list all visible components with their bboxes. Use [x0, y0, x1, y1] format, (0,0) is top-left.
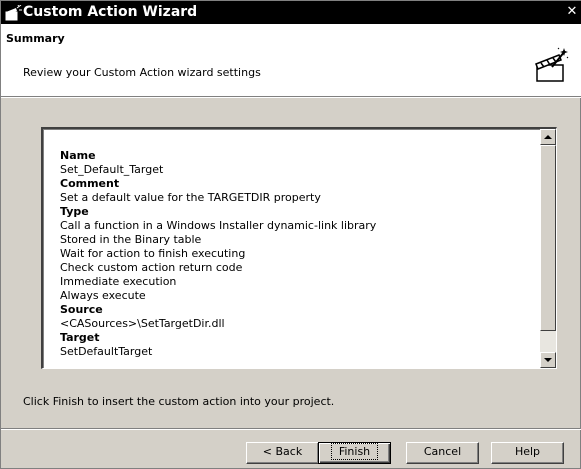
vertical-scrollbar[interactable]: [540, 129, 556, 368]
summary-value: SetDefaultTarget: [60, 345, 153, 358]
summary-value: Check custom action return code: [60, 261, 243, 274]
scroll-thumb[interactable]: [540, 145, 556, 331]
scroll-down-button[interactable]: [540, 352, 556, 368]
summary-value: Always execute: [60, 289, 146, 302]
instruction-text: Click Finish to insert the custom action…: [23, 395, 335, 408]
summary-value: Set a default value for the TARGETDIR pr…: [60, 191, 321, 204]
clapperboard-wand-icon: [535, 47, 569, 82]
summary-value: Call a function in a Windows Installer d…: [60, 219, 377, 232]
page-title: Summary: [6, 32, 65, 45]
page-subtitle: Review your Custom Action wizard setting…: [23, 66, 261, 79]
footer-divider-highlight: [1, 429, 581, 430]
wizard-window: Custom Action Wizard ✕ Summary Review yo…: [0, 0, 581, 469]
header-divider: [1, 97, 581, 98]
finish-button-label: Finish: [330, 443, 379, 460]
summary-content: Name Set_Default_Target Comment Set a defau…: [60, 149, 530, 359]
back-button[interactable]: < Back: [246, 442, 319, 464]
summary-listbox[interactable]: Name Set_Default_Target Comment Set a defau…: [41, 127, 557, 369]
help-button[interactable]: Help: [491, 442, 564, 464]
title-bar[interactable]: Custom Action Wizard ✕: [1, 1, 581, 24]
close-icon[interactable]: ✕: [564, 4, 580, 20]
scroll-up-button[interactable]: [540, 129, 556, 145]
summary-heading: Source: [60, 303, 103, 316]
summary-heading: Type: [60, 205, 89, 218]
summary-value: Set_Default_Target: [60, 163, 164, 176]
wizard-app-icon: [5, 5, 22, 21]
summary-heading: Comment: [60, 177, 120, 190]
back-button-label: < Back: [262, 445, 303, 458]
arrow-down-icon: [544, 358, 552, 362]
window-title: Custom Action Wizard: [23, 4, 198, 20]
arrow-up-icon: [544, 135, 552, 139]
summary-value: <CASources>\SetTargetDir.dll: [60, 317, 225, 330]
cancel-button-label: Cancel: [423, 445, 462, 458]
summary-value: Stored in the Binary table: [60, 233, 202, 246]
cancel-button[interactable]: Cancel: [406, 442, 479, 464]
summary-heading: Name: [60, 149, 96, 162]
finish-button[interactable]: Finish: [318, 442, 391, 464]
summary-value: Wait for action to finish executing: [60, 247, 246, 260]
help-button-label: Help: [514, 445, 541, 458]
wizard-header: Summary Review your Custom Action wizard…: [1, 24, 581, 97]
summary-value: Immediate execution: [60, 275, 177, 288]
summary-heading: Target: [60, 331, 100, 344]
